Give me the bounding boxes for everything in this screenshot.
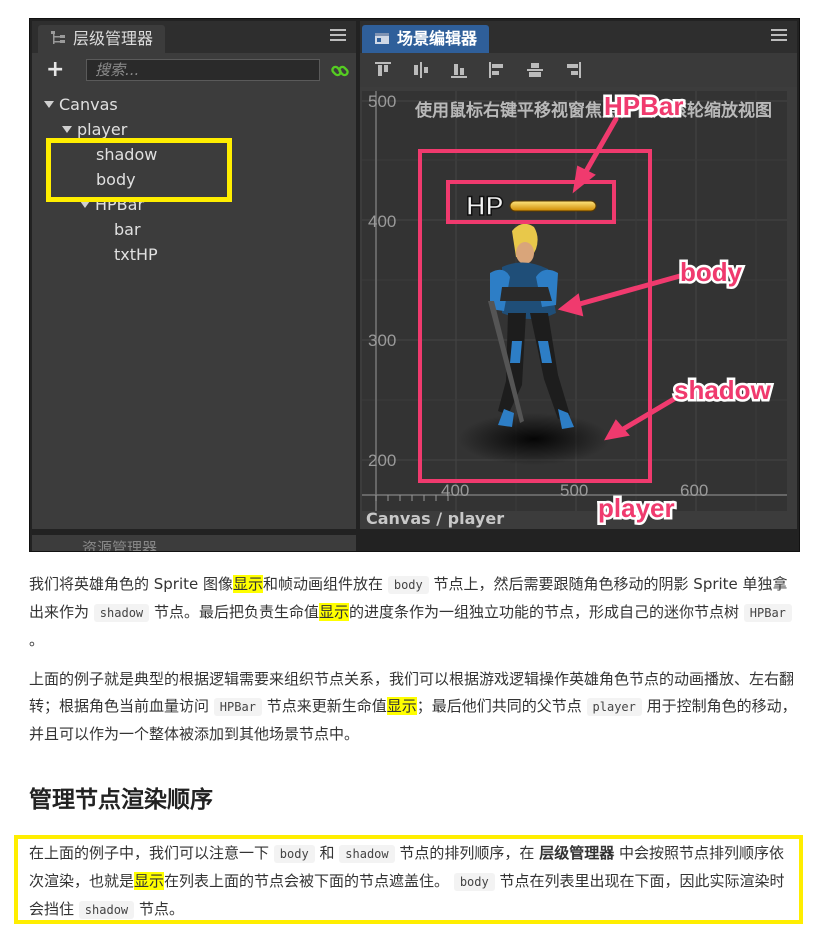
annot-body: body xyxy=(680,257,743,287)
assets-tab-label: 资源管理器 xyxy=(82,539,158,551)
expand-triangle-icon[interactable] xyxy=(44,101,54,108)
align-hcenter-icon[interactable] xyxy=(526,61,544,79)
align-right-icon[interactable] xyxy=(564,61,582,79)
annot-player-wrap: player xyxy=(596,491,678,526)
hierarchy-panel: 层级管理器 + 搜索... Canvas player shadow body … xyxy=(32,21,356,529)
hierarchy-tabbar: 层级管理器 xyxy=(32,21,356,53)
tree-node-canvas[interactable]: Canvas xyxy=(44,95,118,114)
y-label-200: 200 xyxy=(368,451,396,470)
scene-icon xyxy=(375,33,389,44)
section-heading: 管理节点渲染顺序 xyxy=(29,787,213,813)
tab-scene-label: 场景编辑器 xyxy=(397,29,478,48)
scene-tabbar: 场景编辑器 xyxy=(360,21,797,53)
annot-player: player xyxy=(598,493,675,523)
y-label-400: 400 xyxy=(368,212,396,231)
paragraph-1: 我们将英雄角色的 Sprite 图像显示和帧动画组件放在 body 节点上，然后… xyxy=(29,571,799,654)
hierarchy-icon xyxy=(51,31,65,44)
code-shadow: shadow xyxy=(78,901,135,919)
paragraph-3: 在上面的例子中，我们可以注意一下 body 和 shadow 节点的排列顺序，在… xyxy=(29,844,785,919)
x-label-400: 400 xyxy=(441,481,469,500)
scene-hint: 使用鼠标右键平移视窗焦点，使用滚轮缩放视图 xyxy=(415,101,772,121)
hierarchy-menu-icon[interactable] xyxy=(330,29,346,43)
code-player: player xyxy=(586,698,642,716)
annot-shadow: shadow xyxy=(674,375,772,405)
scene-path: Canvas / player xyxy=(366,509,505,528)
hp-text: HP xyxy=(466,191,504,221)
y-label-300: 300 xyxy=(368,331,396,350)
code-hpbar: HPBar xyxy=(743,604,792,622)
annot-hpbar: HPBar xyxy=(604,91,683,121)
x-label-500: 500 xyxy=(560,481,588,500)
align-left-icon[interactable] xyxy=(488,61,506,79)
assets-tab[interactable]: 资源管理器 xyxy=(32,535,356,551)
code-body: body xyxy=(453,873,495,891)
code-body: body xyxy=(387,576,429,594)
strong-hierarchy: 层级管理器 xyxy=(539,844,615,862)
code-body: body xyxy=(273,845,315,863)
code-hpbar: HPBar xyxy=(213,698,262,716)
tab-scene-editor[interactable]: 场景编辑器 xyxy=(362,25,490,53)
scene-bottom-strip xyxy=(360,533,797,551)
editor-screenshot: 层级管理器 + 搜索... Canvas player shadow body … xyxy=(29,18,800,552)
hero-sprite xyxy=(488,223,574,429)
highlight-box xyxy=(46,138,232,202)
expand-triangle-icon[interactable] xyxy=(62,126,72,133)
tree-node-txthp[interactable]: txtHP xyxy=(114,245,158,264)
expand-triangle-icon[interactable] xyxy=(80,201,90,208)
scene-canvas: 500 400 300 200 400 500 600 使用鼠标右键平移视窗焦点… xyxy=(362,91,787,511)
code-shadow: shadow xyxy=(93,604,150,622)
align-bottom-icon[interactable] xyxy=(450,61,468,79)
scene-viewport[interactable]: 500 400 300 200 400 500 600 使用鼠标右键平移视窗焦点… xyxy=(362,91,787,511)
code-shadow: shadow xyxy=(339,845,395,863)
tab-hierarchy-label: 层级管理器 xyxy=(73,29,154,48)
link-icon[interactable] xyxy=(330,61,350,81)
hp-bar-fill xyxy=(509,200,597,212)
align-toolbar xyxy=(360,53,797,87)
align-top-icon[interactable] xyxy=(374,61,392,79)
scene-panel: 场景编辑器 500 400 300 200 400 500 600 使用鼠标右键… xyxy=(360,21,797,529)
scene-menu-icon[interactable] xyxy=(771,29,787,43)
align-vcenter-icon[interactable] xyxy=(412,61,430,79)
tree-node-bar[interactable]: bar xyxy=(114,220,141,239)
shadow-arrow xyxy=(617,396,677,434)
tree-node-player[interactable]: player xyxy=(62,120,127,139)
shadow-sprite xyxy=(458,413,610,465)
scene-statusbar: Canvas / player xyxy=(360,509,797,529)
hierarchy-search-row: + 搜索... xyxy=(32,55,356,87)
tab-hierarchy[interactable]: 层级管理器 xyxy=(38,25,166,53)
add-node-button[interactable]: + xyxy=(46,57,64,82)
search-input[interactable]: 搜索... xyxy=(86,59,320,81)
paragraph-2: 上面的例子就是典型的根据逻辑需要来组织节点关系，我们可以根据游戏逻辑操作英雄角色… xyxy=(29,670,797,743)
